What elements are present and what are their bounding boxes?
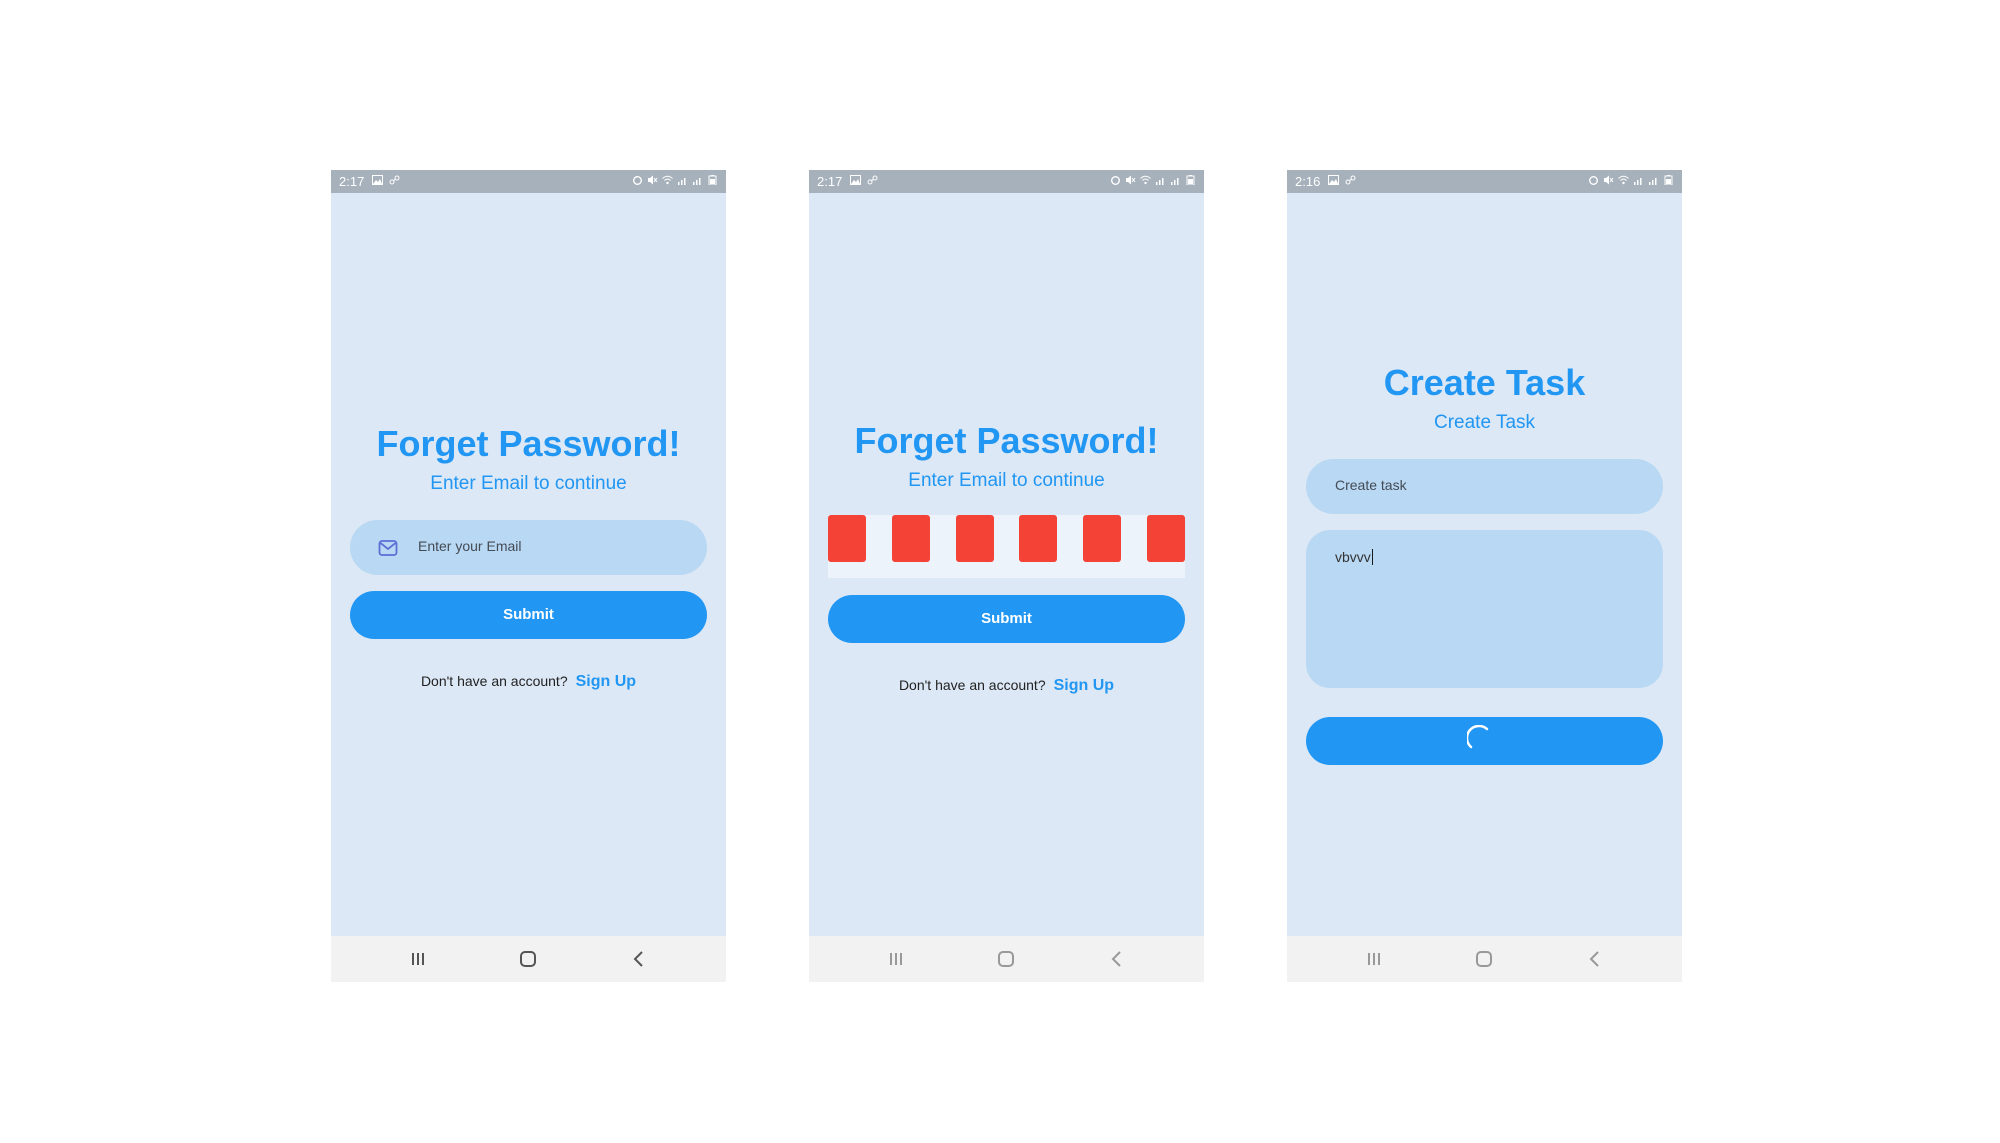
wifi-icon [662,175,673,185]
recents-icon[interactable] [886,950,906,968]
page-subtitle: Enter Email to continue [908,470,1105,491]
wifi-icon [1140,175,1151,185]
text-caret [1371,549,1373,565]
home-icon[interactable] [996,950,1016,968]
status-time: 2:17 [817,174,843,189]
link-icon [389,175,400,185]
task-description-value: vbvvv [1335,549,1371,565]
otp-box[interactable] [1147,515,1185,562]
signup-row: Don't have an account? Sign Up [331,673,726,691]
task-title-placeholder: Create task [1335,477,1407,493]
nav-bar [809,936,1204,982]
status-bar: 2:16 [1287,170,1682,193]
signup-prompt: Don't have an account? [898,677,1046,693]
otp-box[interactable] [892,515,930,562]
create-task-button[interactable] [1306,717,1663,765]
back-icon[interactable] [1107,950,1127,968]
signal-icon [678,178,686,185]
sign-up-link[interactable]: Sign Up [1054,677,1114,694]
status-time: 2:16 [1295,174,1321,189]
recents-icon[interactable] [1364,950,1384,968]
alarm-icon [633,176,642,185]
signal-icon-2 [1649,178,1657,185]
mute-icon [648,175,658,185]
gallery-icon [1328,175,1339,185]
signal-icon [1156,178,1164,185]
signup-row: Don't have an account? Sign Up [809,677,1204,695]
submit-button[interactable]: Submit [350,591,707,639]
status-bar: 2:17 [331,170,726,193]
email-field[interactable]: Enter your Email [350,520,707,575]
screen-forget-password-otp: 2:17 Forget Password! Enter Email to con… [809,170,1204,982]
back-icon[interactable] [629,950,649,968]
task-title-field[interactable]: Create task [1306,459,1663,514]
page-title: Forget Password! [376,423,681,464]
link-icon [867,175,878,185]
status-time: 2:17 [339,174,365,189]
gallery-icon [372,175,383,185]
submit-button[interactable]: Submit [828,595,1185,643]
otp-box[interactable] [1019,515,1057,562]
status-bar: 2:17 [809,170,1204,193]
mute-icon [1604,175,1614,185]
otp-input-row [828,515,1185,578]
gallery-icon [850,175,861,185]
signal-icon-2 [1171,178,1179,185]
task-description-field[interactable]: vbvvv [1306,530,1663,688]
mail-icon [378,540,398,556]
otp-box[interactable] [1083,515,1121,562]
mute-icon [1126,175,1136,185]
screen-forget-password-email: 2:17 Forget Password! Enter Email to con… [331,170,726,982]
alarm-icon [1111,176,1120,185]
otp-box[interactable] [828,515,866,562]
link-icon [1345,175,1356,185]
battery-icon [1664,175,1673,185]
otp-box[interactable] [956,515,994,562]
page-subtitle: Enter Email to continue [430,473,627,494]
recents-icon[interactable] [408,950,428,968]
loading-spinner-icon [1466,725,1488,749]
battery-icon [708,175,717,185]
signal-icon-2 [693,178,701,185]
page-subtitle: Create Task [1433,412,1536,433]
back-icon[interactable] [1585,950,1605,968]
signup-prompt: Don't have an account? [420,673,568,689]
page-title: Forget Password! [854,420,1159,461]
page-title: Create Task [1383,362,1586,403]
email-placeholder: Enter your Email [418,538,522,554]
nav-bar [331,936,726,982]
sign-up-link[interactable]: Sign Up [576,673,636,690]
home-icon[interactable] [518,950,538,968]
nav-bar [1287,936,1682,982]
screen-create-task: 2:16 Create Task Create Task Create task… [1287,170,1682,982]
wifi-icon [1618,175,1629,185]
alarm-icon [1589,176,1598,185]
signal-icon [1634,178,1642,185]
battery-icon [1186,175,1195,185]
home-icon[interactable] [1474,950,1494,968]
